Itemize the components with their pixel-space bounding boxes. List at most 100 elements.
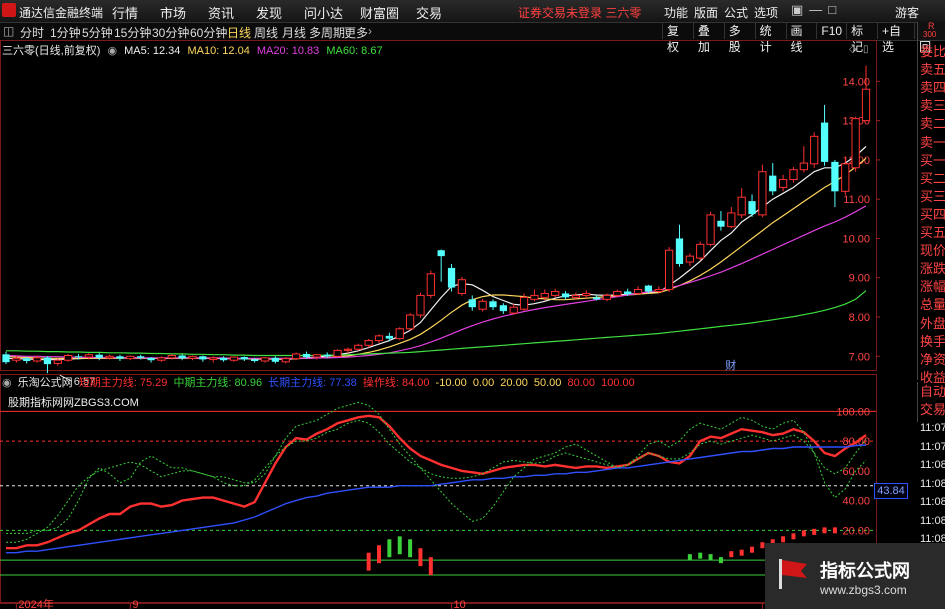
sidebar-item[interactable]: 买一 — [920, 153, 945, 168]
candle-body-down — [675, 238, 684, 264]
sidebar-item[interactable]: 净资 — [920, 352, 945, 367]
menu-item[interactable]: 选项 — [754, 4, 784, 21]
y-tick-label: 8.00 — [849, 312, 870, 324]
menu-item[interactable]: 公式 — [724, 4, 754, 21]
indicator-line-label: 100.00 — [601, 377, 635, 389]
chevron-right-icon[interactable]: › — [368, 24, 372, 38]
indicator-line-label: 80.00 — [567, 377, 596, 389]
indicator-legend: ◉ 乐淘公式网 短期主力线: 75.29 中期主力线: 80.96 长期主力线:… — [2, 374, 638, 390]
login-notice[interactable]: 证券交易未登录 三六零 — [518, 4, 641, 21]
menu-item[interactable]: 功能 — [664, 4, 694, 21]
indicator-line-label: 长期主力线: 77.38 — [268, 377, 357, 389]
indicator-y-tick-label: 60.00 — [842, 466, 870, 478]
menu-item[interactable]: 交易 — [416, 3, 464, 22]
sidebar-item[interactable]: 换手 — [920, 334, 945, 349]
candle-body-down — [219, 357, 228, 361]
ma-line-ma10 — [5, 157, 867, 360]
candle-body-down — [251, 359, 259, 362]
period-item[interactable]: 5分钟 — [82, 24, 113, 41]
candle-body-up — [167, 355, 176, 359]
candle-body-up — [685, 255, 694, 263]
candle-body-down — [437, 250, 445, 257]
r-indicator[interactable]: R 300 — [917, 21, 945, 40]
period-item-active[interactable]: 日线 — [227, 24, 251, 41]
sidebar-item[interactable]: 卖一 — [920, 135, 945, 150]
ma-label: MA20: 10.83 — [256, 45, 320, 57]
time-tick: 11:08 — [920, 477, 945, 490]
skin-icon[interactable]: ▣ — [791, 2, 803, 18]
period-item[interactable]: 30分钟 — [152, 24, 189, 41]
candle-body-up — [582, 292, 591, 296]
tool-button[interactable]: F10 — [816, 23, 846, 39]
stock-chart[interactable]: 7.008.009.0010.0011.0012.0013.0014.006.5… — [0, 40, 917, 609]
sidebar-item[interactable]: 买三 — [920, 189, 945, 204]
candle-body-down — [323, 354, 331, 357]
tool-button[interactable]: +自选 — [876, 23, 914, 54]
sidebar-item[interactable]: 卖五 — [920, 62, 945, 77]
candle-body-down — [271, 357, 280, 362]
menu-item[interactable]: 发现 — [256, 3, 304, 22]
tool-button[interactable]: 叠加 — [692, 23, 724, 54]
indicator-name[interactable]: 乐淘公式网 — [18, 377, 73, 389]
candle-body-down — [624, 291, 632, 295]
period-item[interactable]: 15分钟 — [114, 24, 151, 41]
toolbar-icon[interactable]: ◫ — [3, 24, 14, 38]
candle-body-up — [530, 294, 539, 300]
candle-body-up — [509, 306, 518, 314]
indicator-line — [6, 414, 867, 550]
period-item[interactable]: 更多 — [344, 24, 368, 41]
sidebar-item[interactable]: 委比 — [920, 44, 945, 59]
sidebar-item[interactable]: 现价 — [920, 243, 945, 258]
candle-body-up — [602, 294, 612, 300]
sidebar-item[interactable]: 买二 — [920, 171, 945, 186]
menu-item[interactable]: 市场 — [160, 3, 208, 22]
sidebar-item[interactable]: 卖二 — [920, 116, 945, 131]
sidebar-item[interactable]: 涨跌 — [920, 261, 945, 276]
menu-item[interactable]: 资讯 — [208, 3, 256, 22]
maximize-icon[interactable]: □ — [828, 2, 836, 18]
sidebar-item[interactable]: 交易 — [920, 402, 945, 417]
period-item[interactable]: 60分钟 — [190, 24, 227, 41]
period-item[interactable]: 月线 — [282, 24, 306, 41]
period-item[interactable]: 分时 — [20, 24, 44, 41]
tool-button[interactable]: 统计 — [754, 23, 786, 54]
menu-item[interactable]: 版面 — [694, 4, 724, 21]
sidebar-item[interactable]: 卖四 — [920, 80, 945, 95]
menu-item[interactable]: 问小达 — [304, 3, 360, 22]
time-tick: 11:08 — [920, 514, 945, 527]
sidebar-item[interactable]: 买五 — [920, 225, 945, 240]
menu-item[interactable]: 财富圈 — [360, 3, 416, 22]
signal-bar — [408, 539, 413, 558]
window-controls: ▣ — □ — [791, 2, 836, 18]
tool-button[interactable]: 复权 — [662, 23, 693, 54]
settings-icon[interactable]: ◉ — [107, 45, 117, 57]
sidebar-item[interactable]: 涨幅 — [920, 279, 945, 294]
sidebar-item[interactable]: 自动 — [920, 384, 945, 399]
period-item[interactable]: 1分钟 — [50, 24, 81, 41]
sidebar-item[interactable]: 买四 — [920, 207, 945, 222]
sidebar-item[interactable]: 总量 — [920, 297, 945, 312]
tool-button[interactable]: 画线 — [785, 23, 817, 54]
candle-body-up — [229, 356, 239, 361]
period-item[interactable]: 多周期 — [309, 24, 345, 41]
signal-bar — [750, 546, 755, 553]
x-tick-label: 2024年 — [18, 597, 53, 609]
tool-button[interactable]: 标记 — [846, 23, 877, 54]
settings-icon[interactable]: ◉ — [2, 377, 12, 389]
app-logo-icon — [2, 3, 16, 17]
candle-body-down — [769, 175, 777, 192]
period-item[interactable]: 周线 — [254, 24, 278, 41]
sidebar-item[interactable]: 卖三 — [920, 98, 945, 113]
candle-body-up — [209, 357, 218, 360]
sidebar-item[interactable]: 外盘 — [920, 316, 945, 331]
tool-button[interactable]: 多股 — [723, 23, 755, 54]
minimize-icon[interactable]: — — [809, 2, 822, 18]
menu-item[interactable]: 行情 — [112, 3, 160, 22]
quote-sidebar: 委比 卖五 卖四 卖三 卖二 卖一 买一 买二 买三 买四 买五 现价 涨跌 涨幅 总量 外盘 换手 净资 收益 — [917, 40, 945, 385]
signal-bar — [832, 527, 837, 534]
right-menu: 功能 版面 公式 选项 — [664, 4, 784, 21]
candle-body-down — [561, 293, 570, 298]
time-tick: 11:08 — [920, 459, 945, 471]
guest-user[interactable]: 游客 — [895, 4, 919, 21]
candle-body-down — [137, 356, 145, 358]
